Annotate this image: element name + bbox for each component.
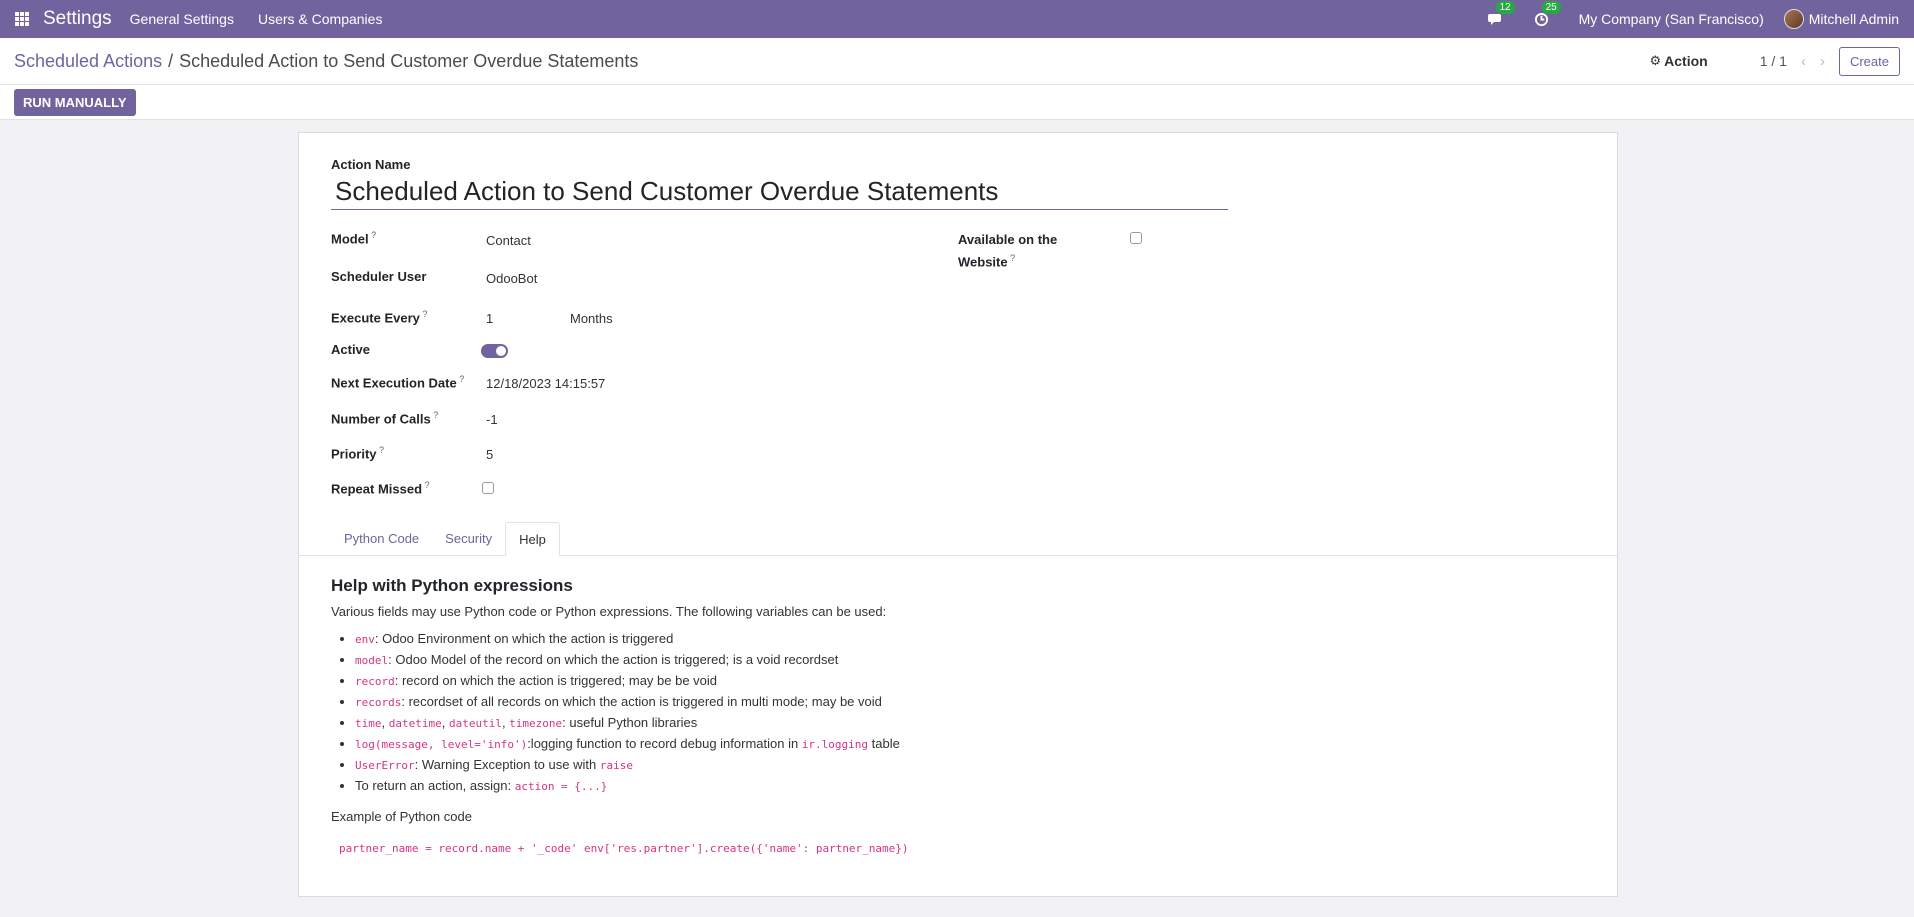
example-label: Example of Python code [331,809,472,824]
execute-every-label: Execute Every [331,310,420,326]
scheduler-user-field[interactable]: OdooBot [486,271,537,286]
help-tooltip-icon[interactable]: ? [420,309,427,319]
list-item: To return an action, assign: action = {.… [355,776,1585,797]
help-tooltip-icon[interactable]: ? [431,410,438,420]
breadcrumb-separator: / [168,50,174,71]
list-item: records: recordset of all records on whi… [355,692,1585,713]
help-tooltip-icon[interactable]: ? [457,374,464,384]
help-intro: Various fields may use Python code or Py… [331,604,887,619]
app-brand[interactable]: Settings [43,8,112,30]
breadcrumb-current: Scheduled Action to Send Customer Overdu… [179,50,639,71]
priority-field[interactable]: 5 [486,447,493,462]
control-panel: Scheduled Actions / Scheduled Action to Se… [0,38,1914,85]
example-code-block: partner_name = record.name + '_code' env… [331,840,1585,855]
active-label: Active [331,342,371,357]
pager-value[interactable]: 1 / 1 [1760,53,1787,69]
nav-general-settings[interactable]: General Settings [130,11,234,27]
website-label-line1: Available on the [958,232,1058,247]
tab-help[interactable]: Help [505,522,560,556]
number-of-calls-field[interactable]: -1 [486,412,498,427]
help-tooltip-icon[interactable]: ? [377,445,384,455]
variables-list: env: Odoo Environment on which the actio… [355,629,1585,797]
next-execution-field[interactable]: 12/18/2023 14:15:57 [486,376,605,391]
breadcrumb: Scheduled Actions / Scheduled Action to Se… [14,51,638,72]
messages-button[interactable]: 12 [1487,1,1515,28]
list-item: env: Odoo Environment on which the actio… [355,629,1585,650]
number-of-calls-label: Number of Calls [331,411,431,427]
website-label-line2: Website [958,254,1008,270]
list-item: time, datetime, dateutil, timezone: usef… [355,713,1585,734]
action-label: Action [1664,53,1708,69]
scheduler-user-label: Scheduler User [331,269,427,284]
form-sheet: Action Name Scheduled Action to Send Cus… [298,132,1618,897]
company-switcher[interactable]: My Company (San Francisco) [1579,11,1764,27]
help-tooltip-icon[interactable]: ? [369,230,376,240]
next-execution-label: Next Execution Date [331,375,457,391]
activities-button[interactable]: 25 [1533,1,1561,28]
user-name: Mitchell Admin [1808,11,1899,27]
model-field[interactable]: Contact [486,233,531,248]
avatar [1783,9,1804,29]
breadcrumb-scheduled-actions[interactable]: Scheduled Actions [14,51,162,71]
activities-badge: 25 [1541,1,1561,14]
tab-python-code[interactable]: Python Code [331,522,432,555]
list-item: model: Odoo Model of the record on which… [355,650,1585,671]
model-label: Model [331,231,369,247]
run-manually-button[interactable]: RUN MANUALLY [14,88,136,116]
help-title: Help with Python expressions [331,576,573,595]
tab-security[interactable]: Security [432,522,505,555]
help-tooltip-icon[interactable]: ? [1008,253,1015,263]
notebook-tabs: Python Code Security Help [299,522,1617,556]
list-item: UserError: Warning Exception to use with… [355,755,1585,776]
repeat-missed-checkbox[interactable] [482,482,494,494]
form-statusbar: RUN MANUALLY [0,85,1914,120]
action-name-input[interactable]: Scheduled Action to Send Customer Overdu… [331,176,1228,210]
chat-icon [1487,14,1501,25]
repeat-missed-label: Repeat Missed [331,481,423,497]
list-item: record: record on which the action is tr… [355,671,1585,692]
create-button[interactable]: Create [1838,46,1900,76]
example-code: partner_name = record.name + '_code' env… [339,842,909,855]
priority-label: Priority [331,446,377,462]
execute-unit-select[interactable]: Months [570,311,613,326]
messages-badge: 12 [1495,1,1515,14]
list-item: log(message, level='info'):logging funct… [355,734,1585,755]
action-name-label: Action Name [331,157,411,172]
apps-menu-icon[interactable] [15,12,29,26]
chevron-right-icon[interactable]: › [1820,53,1825,70]
execute-every-field[interactable]: 1 [486,311,500,326]
action-menu-button[interactable]: ⚙ Action [1650,53,1708,69]
help-panel: Help with Python expressions Various fie… [299,556,1617,875]
help-tooltip-icon[interactable]: ? [422,480,430,490]
top-navbar: Settings General Settings Users & Compan… [0,0,1914,38]
active-toggle[interactable] [481,344,508,358]
website-published-checkbox[interactable] [1130,232,1142,244]
chevron-left-icon[interactable]: ‹ [1801,53,1806,70]
gear-icon: ⚙ [1649,53,1662,68]
user-menu[interactable]: Mitchell Admin [1783,9,1899,29]
nav-users-companies[interactable]: Users & Companies [258,11,383,27]
